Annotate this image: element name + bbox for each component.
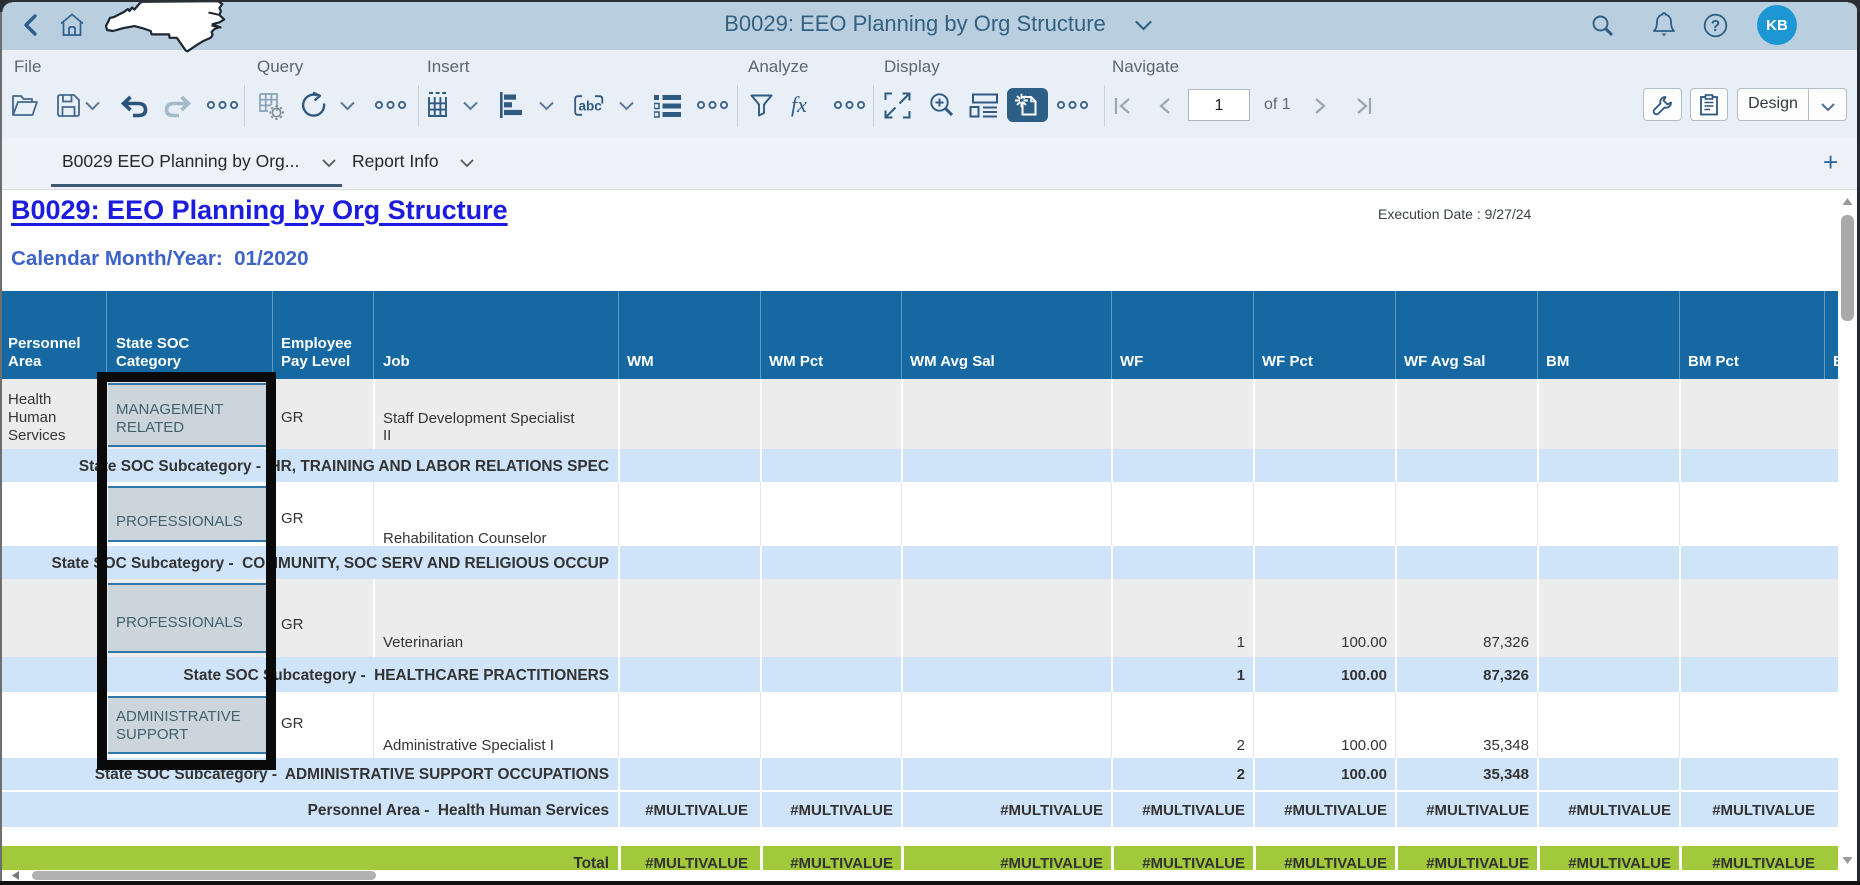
svg-text:?: ? [1711,18,1720,35]
svg-text:abc: abc [579,99,603,114]
